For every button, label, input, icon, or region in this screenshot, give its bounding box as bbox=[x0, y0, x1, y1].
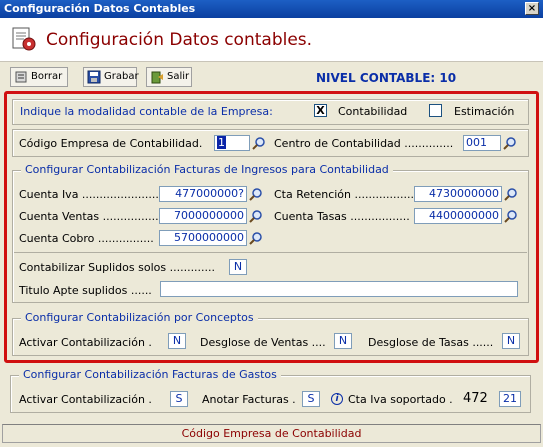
close-button[interactable]: × bbox=[525, 2, 539, 15]
desglose-ventas-field[interactable]: N bbox=[334, 333, 352, 349]
contabilidad-label: Contabilidad bbox=[338, 105, 408, 118]
codigo-empresa-label: Código Empresa de Contabilidad. bbox=[19, 137, 203, 150]
search-icon[interactable] bbox=[504, 187, 518, 201]
anotar-facturas-label: Anotar Facturas . bbox=[202, 393, 296, 406]
grabar-label: Grabar bbox=[104, 71, 139, 82]
ingresos-legend: Configurar Contabilización Facturas de I… bbox=[21, 163, 393, 176]
codigo-empresa-value: 1 bbox=[217, 136, 226, 149]
cuenta-tasas-label: Cuenta Tasas ................. bbox=[274, 210, 410, 223]
info-icon[interactable]: i bbox=[331, 393, 343, 405]
salir-button[interactable]: Salir bbox=[146, 67, 192, 87]
suplidos-label: Contabilizar Suplidos solos ............… bbox=[19, 261, 216, 274]
document-settings-icon bbox=[12, 27, 36, 51]
nivel-contable-label: NIVEL CONTABLE: 10 bbox=[316, 71, 457, 85]
titulo-suplidos-label: Titulo Apte suplidos ...... bbox=[19, 284, 152, 297]
estimacion-label: Estimación bbox=[454, 105, 515, 118]
eraser-icon bbox=[15, 71, 27, 83]
page-title: Configuración Datos contables. bbox=[46, 30, 313, 50]
search-icon[interactable] bbox=[249, 187, 263, 201]
cta-iva-prefix: 472 bbox=[463, 391, 488, 406]
window-title: Configuración Datos Contables bbox=[4, 2, 196, 15]
search-icon[interactable] bbox=[249, 209, 263, 223]
cuenta-iva-label: Cuenta Iva ....................... bbox=[19, 188, 163, 201]
gastos-legend: Configurar Contabilización Facturas de G… bbox=[19, 368, 281, 381]
cuenta-ventas-label: Cuenta Ventas ................ bbox=[19, 210, 159, 223]
title-bar: Configuración Datos Contables × bbox=[0, 0, 543, 18]
cta-retencion-field[interactable]: 4730000000 bbox=[414, 186, 502, 202]
contabilidad-checkbox[interactable]: X bbox=[314, 104, 327, 117]
desglose-ventas-label: Desglose de Ventas .... bbox=[200, 336, 326, 349]
cta-iva-soportado-label: Cta Iva soportado . bbox=[348, 393, 453, 406]
suplidos-field[interactable]: N bbox=[229, 259, 247, 275]
cta-retencion-label: Cta Retención ................. bbox=[274, 188, 414, 201]
divider bbox=[14, 252, 527, 253]
status-bar: Código Empresa de Contabilidad bbox=[2, 424, 541, 443]
borrar-button[interactable]: Borrar bbox=[10, 67, 68, 87]
search-icon[interactable] bbox=[252, 136, 266, 150]
cuenta-cobro-field[interactable]: 5700000000 bbox=[159, 230, 247, 246]
search-icon[interactable] bbox=[249, 231, 263, 245]
cuenta-ventas-field[interactable]: 7000000000 bbox=[159, 208, 247, 224]
desglose-tasas-label: Desglose de Tasas ...... bbox=[368, 336, 494, 349]
exit-icon bbox=[151, 71, 163, 84]
modalidad-label: Indique la modalidad contable de la Empr… bbox=[20, 105, 273, 118]
toolbar: Borrar Grabar Salir bbox=[0, 63, 543, 89]
cuenta-tasas-field[interactable]: 4400000000 bbox=[414, 208, 502, 224]
cuenta-iva-field[interactable]: 477000000? bbox=[159, 186, 247, 202]
activar-gastos-field[interactable]: S bbox=[170, 391, 188, 407]
centro-contabilidad-label: Centro de Contabilidad .............. bbox=[274, 137, 454, 150]
salir-label: Salir bbox=[167, 71, 190, 82]
titulo-suplidos-field[interactable] bbox=[160, 281, 518, 297]
anotar-facturas-field[interactable]: S bbox=[302, 391, 320, 407]
cuenta-cobro-label: Cuenta Cobro ................ bbox=[19, 232, 154, 245]
desglose-tasas-field[interactable]: N bbox=[502, 333, 520, 349]
header: Configuración Datos contables. bbox=[0, 18, 543, 62]
activar-conceptos-label: Activar Contabilización . bbox=[19, 336, 152, 349]
activar-conceptos-field[interactable]: N bbox=[168, 333, 186, 349]
estimacion-checkbox[interactable] bbox=[429, 104, 442, 117]
centro-contabilidad-field[interactable]: 001 bbox=[463, 135, 501, 151]
save-icon bbox=[87, 70, 101, 84]
codigo-empresa-field[interactable]: 1 bbox=[214, 135, 250, 151]
window: Configuración Datos Contables × Configur… bbox=[0, 0, 543, 447]
borrar-label: Borrar bbox=[31, 71, 63, 82]
grabar-button[interactable]: Grabar bbox=[83, 67, 139, 87]
search-icon[interactable] bbox=[504, 209, 518, 223]
conceptos-legend: Configurar Contabilización por Conceptos bbox=[21, 311, 258, 324]
cta-iva-soportado-field[interactable]: 21 bbox=[499, 391, 521, 407]
search-icon[interactable] bbox=[503, 136, 517, 150]
activar-gastos-label: Activar Contabilización . bbox=[19, 393, 152, 406]
